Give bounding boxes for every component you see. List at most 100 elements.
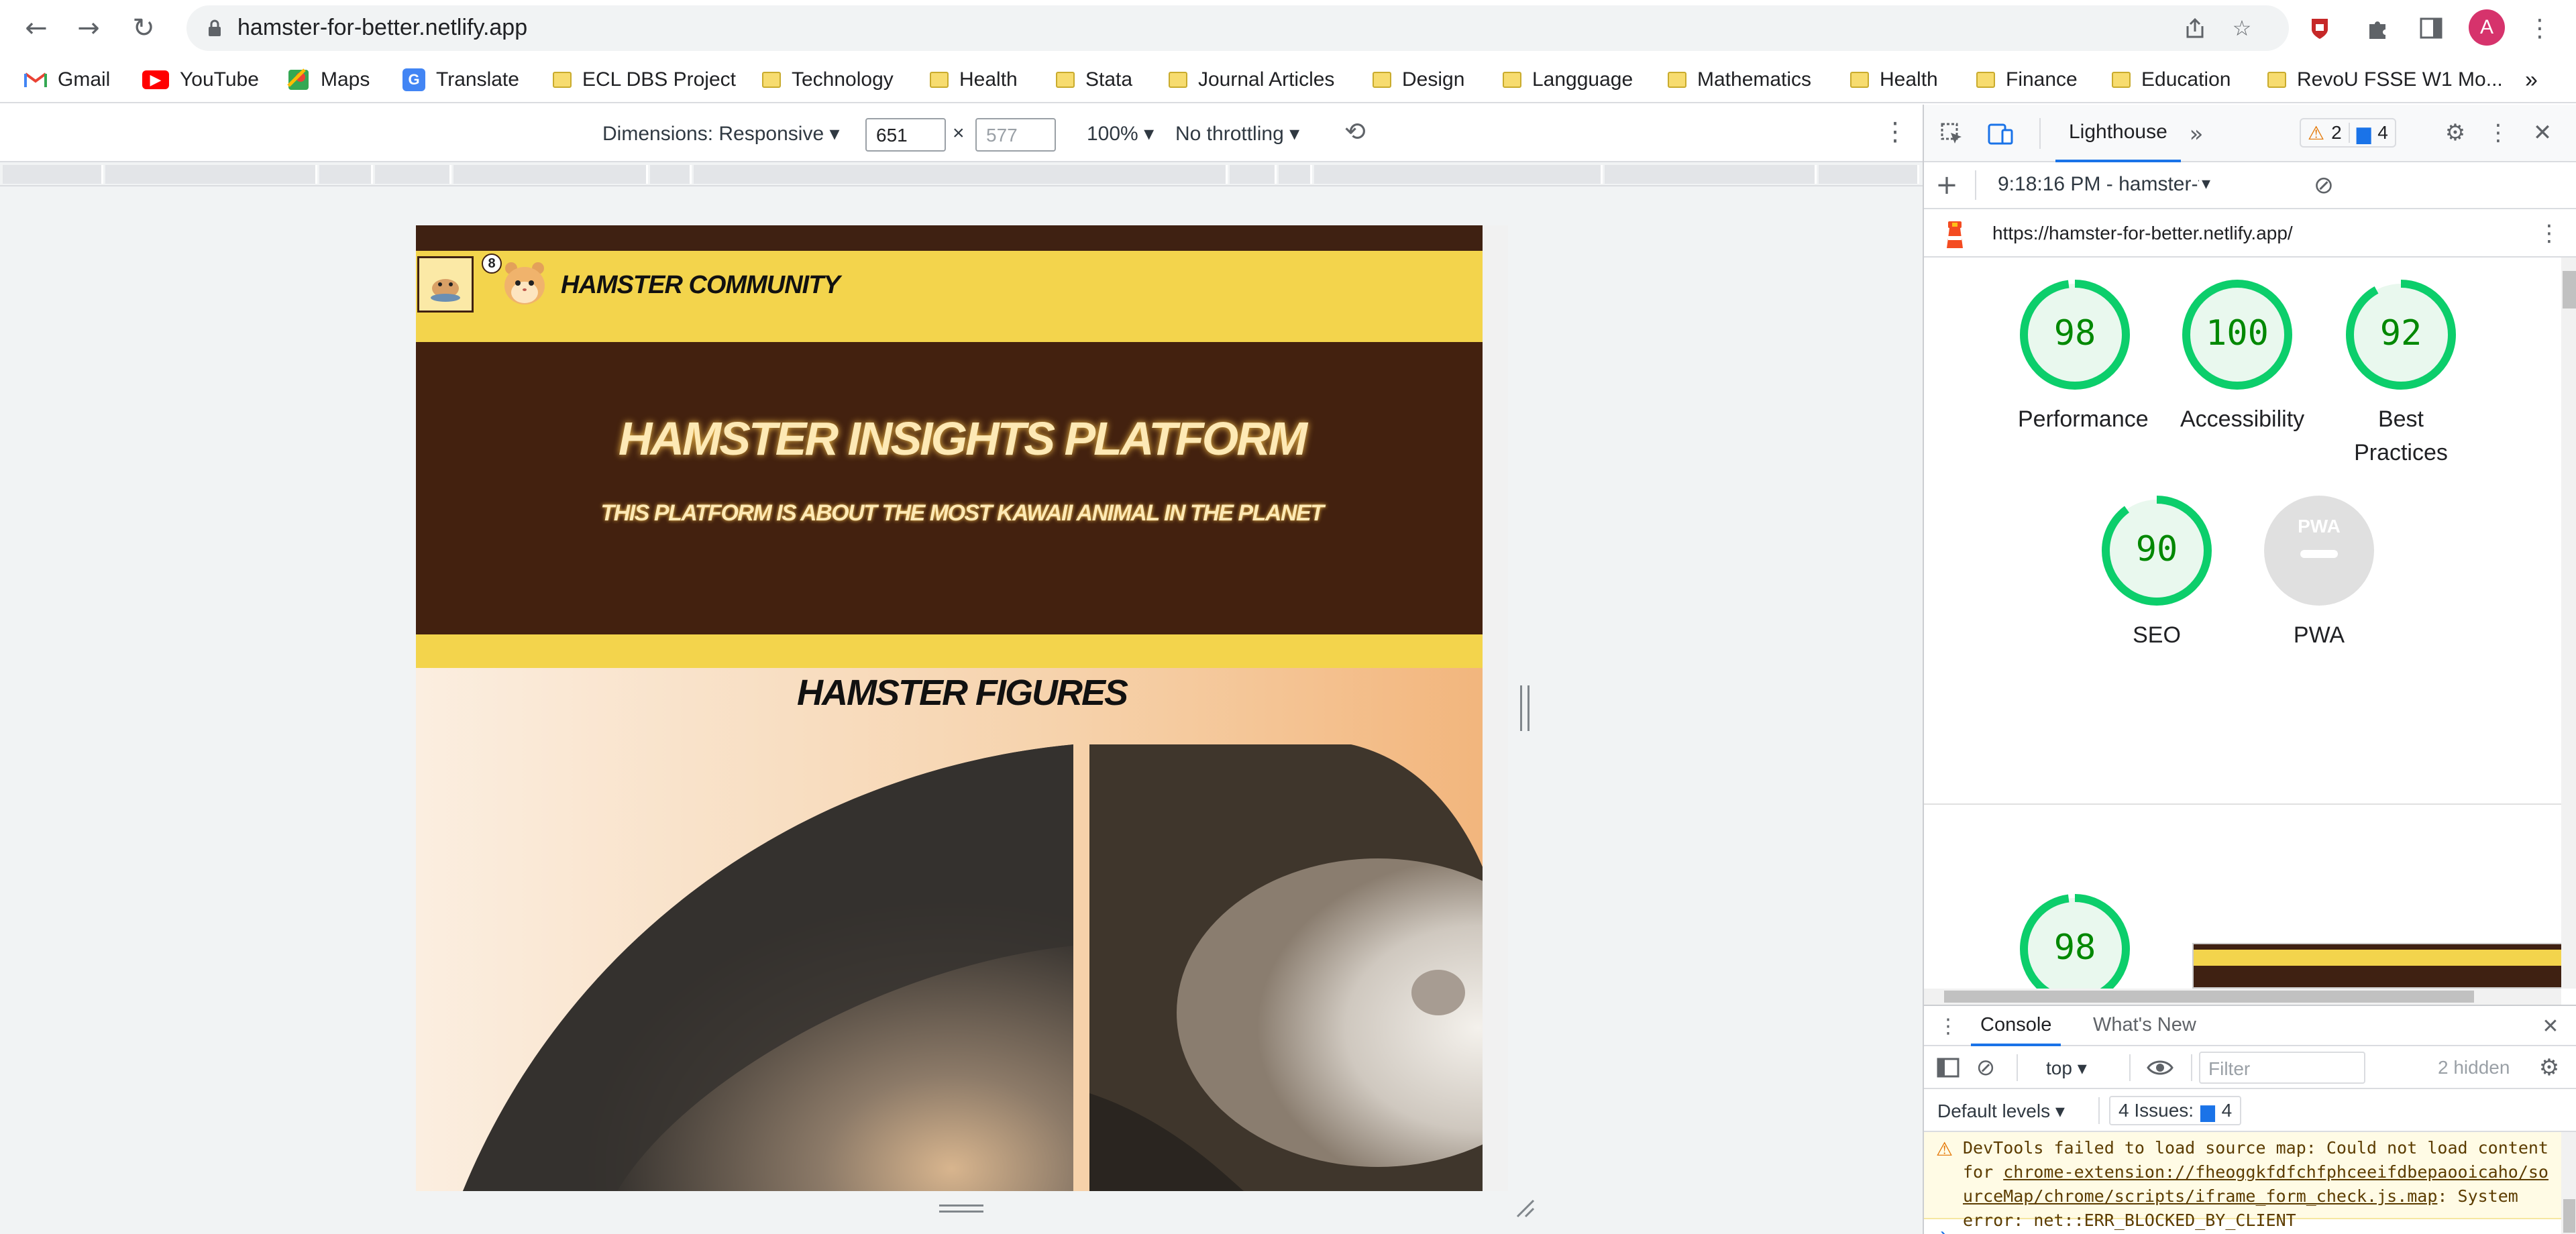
bookmark-label: Translate [436, 68, 519, 91]
bookmark-gmail[interactable]: Gmail [24, 66, 110, 94]
bookmark-maps[interactable]: Maps [287, 66, 370, 94]
drawer-menu-icon[interactable]: ⋮ [1933, 1011, 1963, 1041]
forward-icon[interactable]: → [70, 9, 107, 47]
url-text[interactable]: hamster-for-better.netlify.app [237, 15, 527, 41]
bookmark-folder[interactable]: Journal Articles [1169, 66, 1334, 94]
issues-button[interactable]: 4 Issues: ▆ 4 [2109, 1096, 2242, 1125]
report-vertical-scrollbar[interactable] [2561, 258, 2576, 989]
extension-shield-icon[interactable] [2304, 12, 2336, 44]
bookmark-folder[interactable]: Stata [1056, 66, 1132, 94]
live-expression-eye-icon[interactable] [2145, 1053, 2175, 1082]
devtools-menu-icon[interactable]: ⋮ [2483, 118, 2513, 148]
settings-gear-icon[interactable]: ⚙ [2440, 118, 2470, 148]
gauge-performance[interactable]: 98 Performance [2018, 278, 2149, 436]
inspect-element-icon[interactable] [1937, 119, 1967, 149]
page-scrollbar[interactable] [1483, 225, 1508, 1191]
gauge-seo[interactable]: 90 SEO [2100, 494, 2214, 652]
console-scrollbar[interactable] [2561, 1132, 2576, 1234]
media-query-segment[interactable] [694, 165, 1228, 184]
bookmark-translate[interactable]: G Translate [402, 66, 519, 94]
report-selector[interactable]: 9:18:16 PM - hamster-for-bett [1998, 173, 2199, 196]
bookmarks-overflow-button[interactable]: » [2525, 66, 2538, 94]
page-screenshot-thumbnail[interactable] [2192, 943, 2561, 989]
reload-icon[interactable]: ↻ [125, 9, 162, 47]
bookmark-folder[interactable]: Design [1373, 66, 1464, 94]
bookmark-folder[interactable]: Mathematics [1668, 66, 1811, 94]
bookmark-youtube[interactable]: ▶ YouTube [142, 66, 259, 94]
gauge-best-practices[interactable]: 92 Best Practices [2344, 278, 2458, 469]
issues-badges[interactable]: ⚠ 2 ▆ 4 [2300, 118, 2396, 148]
bookmark-folder[interactable]: Technology [762, 66, 894, 94]
console-warning-message[interactable]: ⚠ DevTools failed to load source map: Co… [1924, 1132, 2561, 1230]
address-bar[interactable]: hamster-for-better.netlify.app ☆ [186, 5, 2289, 51]
bookmark-folder[interactable]: Education [2112, 66, 2231, 94]
device-toggle-icon[interactable] [1986, 119, 2015, 149]
rotate-icon[interactable]: ⟲ [1344, 117, 1366, 147]
caret-down-icon[interactable]: ▾ [2202, 173, 2210, 194]
close-drawer-icon[interactable]: ✕ [2536, 1011, 2565, 1041]
media-query-segment[interactable] [1230, 165, 1277, 184]
bookmark-star-icon[interactable]: ☆ [2229, 15, 2255, 42]
sidebar-toggle-icon[interactable] [1933, 1053, 1963, 1082]
report-menu-icon[interactable]: ⋮ [2534, 219, 2564, 248]
viewport-resize-handle-bottom[interactable] [939, 1204, 983, 1213]
chrome-menu-icon[interactable]: ⋮ [2524, 12, 2556, 44]
media-query-segment[interactable] [319, 165, 373, 184]
context-selector[interactable]: top ▾ [2046, 1057, 2087, 1079]
log-levels-dropdown[interactable]: Default levels ▾ [1937, 1100, 2065, 1122]
media-query-segment[interactable] [453, 165, 648, 184]
tab-whats-new[interactable]: What's New [2093, 1014, 2196, 1036]
throttling-dropdown[interactable]: No throttling ▾ [1175, 122, 1299, 146]
bookmark-folder[interactable]: Health [930, 66, 1018, 94]
media-query-segment[interactable] [1605, 165, 1817, 184]
media-query-segment[interactable] [375, 165, 451, 184]
scroll-thumb[interactable] [2563, 1199, 2575, 1233]
media-query-segment[interactable] [105, 165, 317, 184]
bookmark-folder[interactable]: Finance [1976, 66, 2078, 94]
report-url[interactable]: https://hamster-for-better.netlify.app/ [1992, 223, 2293, 244]
profile-avatar[interactable]: A [2469, 9, 2505, 46]
tab-console[interactable]: Console [1971, 1014, 2061, 1046]
media-query-segment[interactable] [1279, 165, 1312, 184]
console-filter-input[interactable]: Filter [2199, 1052, 2365, 1084]
report-horizontal-scrollbar[interactable] [1924, 989, 2561, 1005]
width-input[interactable]: 651 [865, 118, 946, 152]
clear-reports-icon[interactable]: ⊘ [2309, 170, 2339, 200]
hamster-logo-icon[interactable] [417, 256, 474, 313]
score-value: 98 [2054, 313, 2096, 353]
viewport-resize-handle-right[interactable] [1520, 685, 1529, 731]
bookmark-folder[interactable]: Health [1850, 66, 1938, 94]
community-title[interactable]: HAMSTER COMMUNITY [561, 271, 841, 300]
media-query-segment[interactable] [3, 165, 103, 184]
gauge-performance-detail[interactable]: 98 [2018, 892, 2132, 989]
bookmark-folder[interactable]: ECL DBS Project [553, 66, 736, 94]
scroll-thumb[interactable] [2563, 271, 2576, 308]
media-query-segment[interactable] [1819, 165, 1919, 184]
zoom-dropdown[interactable]: 100% ▾ [1087, 122, 1154, 146]
back-icon[interactable]: ← [17, 9, 55, 47]
close-devtools-icon[interactable]: ✕ [2528, 118, 2557, 148]
console-settings-gear-icon[interactable]: ⚙ [2534, 1053, 2564, 1082]
extensions-puzzle-icon[interactable] [2361, 12, 2394, 44]
console-prompt[interactable]: › [1940, 1222, 1947, 1234]
clear-console-icon[interactable]: ⊘ [1971, 1053, 2000, 1082]
dimensions-dropdown[interactable]: Dimensions: Responsive ▾ [602, 122, 840, 146]
gauge-pwa[interactable]: PWA PWA [2262, 494, 2376, 652]
emulated-page[interactable]: 8 HAMSTER COMMUNITY HAMSTER INSIGHTS PLA… [416, 225, 1508, 1191]
bookmark-folder[interactable]: RevoU FSSE W1 Mo... [2267, 66, 2503, 94]
media-query-bar[interactable] [0, 162, 1923, 186]
bookmark-folder[interactable]: Langguage [1503, 66, 1633, 94]
media-query-segment[interactable] [1314, 165, 1603, 184]
new-report-plus-icon[interactable]: + [1932, 170, 1962, 201]
viewport-resize-corner-icon[interactable] [1515, 1198, 1535, 1218]
more-tabs-button[interactable]: » [2182, 119, 2211, 149]
share-icon[interactable] [2182, 15, 2208, 42]
media-query-segment[interactable] [650, 165, 692, 184]
tab-lighthouse[interactable]: Lighthouse [2055, 115, 2181, 162]
side-panel-icon[interactable] [2415, 12, 2447, 44]
gauge-accessibility[interactable]: 100 Accessibility [2180, 278, 2304, 436]
scroll-thumb[interactable] [1944, 991, 2474, 1003]
device-more-icon[interactable]: ⋮ [1882, 117, 1908, 147]
height-input[interactable]: 577 [975, 118, 1056, 152]
lock-icon[interactable] [203, 16, 227, 40]
